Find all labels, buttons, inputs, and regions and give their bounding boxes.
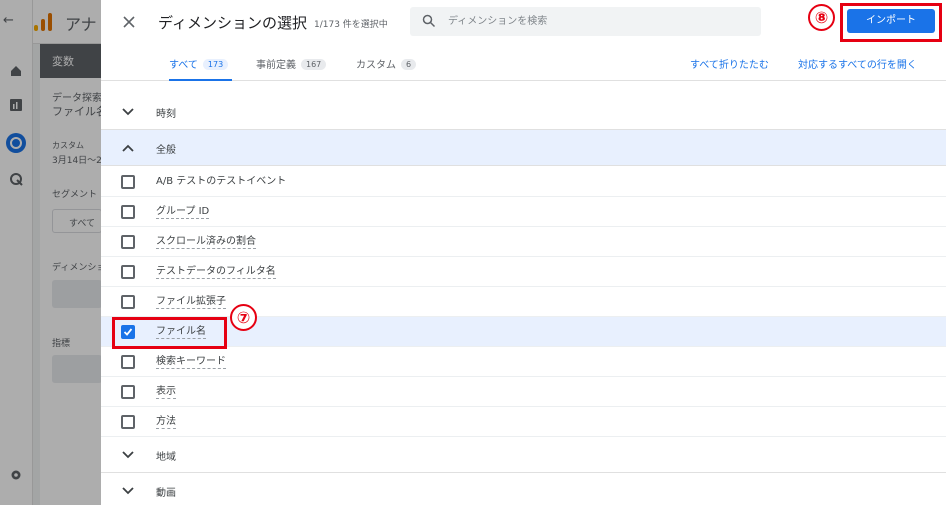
list-item: 検索キーワード	[101, 347, 946, 377]
collapse-all-link[interactable]: すべて折りたたむ	[690, 56, 769, 71]
checkbox[interactable]	[121, 265, 135, 279]
annotation-highlight-filename	[112, 317, 227, 349]
group-row-time[interactable]: 時刻	[101, 94, 946, 130]
tab-custom-count: 6	[401, 59, 417, 70]
annotation-step-8-badge: ⑧	[808, 4, 835, 31]
tab-predefined-count: 167	[301, 59, 327, 70]
group-row-region[interactable]: 地域	[101, 437, 946, 473]
checkbox[interactable]	[121, 205, 135, 219]
tab-all-label: すべて	[169, 60, 198, 71]
list-item: テストデータのフィルタ名	[101, 257, 946, 287]
list-item: ファイル拡張子	[101, 287, 946, 317]
annotation-step-7-badge: ⑦	[230, 304, 257, 331]
chevron-down-icon	[122, 487, 134, 495]
selection-count: 1/173 件を選択中	[314, 20, 388, 30]
chevron-down-icon	[122, 108, 134, 116]
dimension-label: 方法	[156, 416, 176, 429]
dimension-label: 検索キーワード	[156, 356, 226, 369]
chevron-up-icon	[122, 144, 134, 152]
dimension-label: グループ ID	[156, 206, 210, 219]
dimension-label: 表示	[156, 386, 176, 399]
list-item-selected: ファイル名	[101, 317, 946, 347]
checkbox[interactable]	[121, 415, 135, 429]
expand-all-link[interactable]: 対応するすべての行を開く	[798, 56, 917, 71]
tab-custom[interactable]: カスタム 6	[356, 56, 417, 71]
dialog-title: ディメンションの選択	[158, 14, 307, 32]
list-item: 表示	[101, 377, 946, 407]
chevron-down-icon	[122, 451, 134, 459]
list-item: スクロール済みの割合	[101, 227, 946, 257]
group-row-general[interactable]: 全般	[101, 130, 946, 166]
tab-all[interactable]: すべて 173	[169, 56, 229, 71]
search-field[interactable]	[410, 7, 761, 36]
group-label-video: 動画	[156, 488, 176, 499]
dimension-label: スクロール済みの割合	[156, 236, 256, 249]
dimension-label: A/B テストのテストイベント	[156, 176, 287, 187]
group-label-region: 地域	[156, 452, 176, 463]
checkbox[interactable]	[121, 235, 135, 249]
group-row-video[interactable]: 動画	[101, 473, 946, 505]
search-icon	[422, 14, 436, 28]
tab-custom-label: カスタム	[356, 60, 396, 71]
tab-predefined[interactable]: 事前定義 167	[256, 56, 327, 71]
dimension-label: ファイル拡張子	[156, 296, 226, 309]
list-item: グループ ID	[101, 197, 946, 227]
checkbox[interactable]	[121, 175, 135, 189]
list-item: 方法	[101, 407, 946, 437]
active-tab-indicator	[169, 79, 232, 81]
checkbox[interactable]	[121, 295, 135, 309]
close-icon[interactable]	[119, 12, 139, 32]
annotation-highlight-import	[840, 3, 942, 42]
group-label-time: 時刻	[156, 109, 176, 120]
tab-all-count: 173	[202, 59, 229, 70]
filter-tabs: すべて 173 事前定義 167 カスタム 6 すべて折りたたむ 対応するすべての行を…	[101, 44, 946, 81]
checkbox[interactable]	[121, 385, 135, 399]
tab-predefined-label: 事前定義	[256, 60, 296, 71]
search-input[interactable]	[448, 12, 748, 31]
list-item: A/B テストのテストイベント	[101, 167, 946, 197]
dimension-label: テストデータのフィルタ名	[156, 266, 276, 279]
checkbox[interactable]	[121, 355, 135, 369]
group-label-general: 全般	[156, 145, 176, 156]
dimension-picker-dialog: ディメンションの選択 1/173 件を選択中 インポート すべて173 事前定義…	[101, 0, 946, 505]
